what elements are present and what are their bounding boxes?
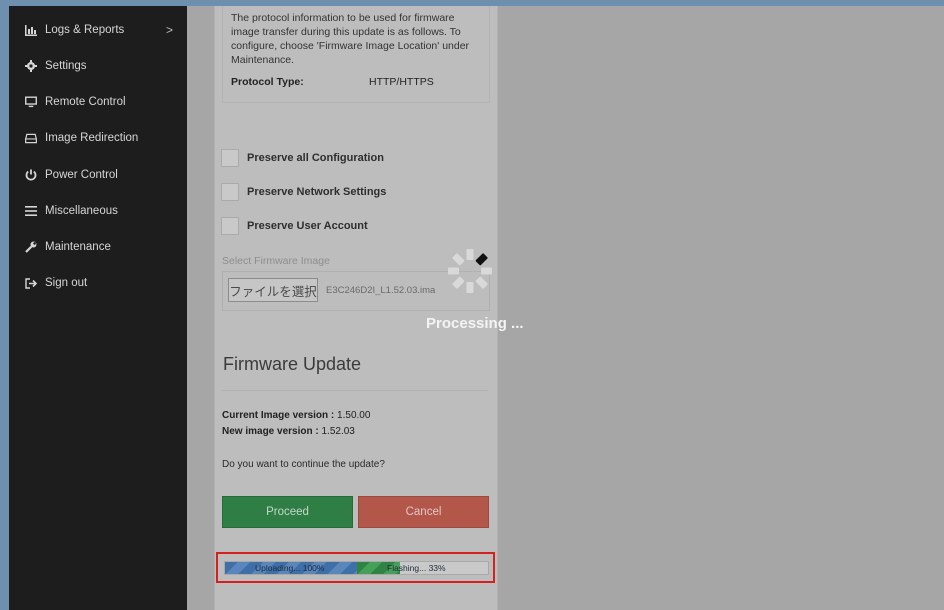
sidebar-item-image-redirection[interactable]: Image Redirection: [9, 125, 187, 151]
preserve-user-checkbox[interactable]: [221, 217, 239, 235]
new-version-row: New image version : 1.52.03: [222, 426, 355, 437]
selected-file-name: E3C246D2I_L1.52.03.ima: [326, 285, 436, 296]
upload-progress-text: Uploading... 100%: [255, 563, 325, 573]
preserve-user-label: Preserve User Account: [247, 220, 368, 232]
sidebar-item-label: Image Redirection: [45, 132, 139, 144]
sign-out-icon: [25, 277, 37, 289]
preserve-config-label: Preserve all Configuration: [247, 152, 384, 164]
bar-chart-icon: [25, 24, 37, 36]
protocol-type-value: HTTP/HTTPS: [369, 76, 434, 88]
sidebar-item-label: Logs & Reports: [45, 24, 125, 36]
preserve-network-checkbox[interactable]: [221, 183, 239, 201]
menu-icon: [25, 205, 37, 217]
current-version-value: 1.50.00: [337, 410, 371, 421]
sidebar-item-sign-out[interactable]: Sign out: [9, 270, 187, 296]
preserve-config-checkbox[interactable]: [221, 149, 239, 167]
divider: [222, 390, 488, 391]
preserve-user-option: Preserve User Account: [221, 216, 368, 236]
sidebar-item-label: Miscellaneous: [45, 205, 118, 217]
sidebar-item-label: Maintenance: [45, 241, 111, 253]
proceed-button[interactable]: Proceed: [222, 496, 353, 528]
preserve-network-label: Preserve Network Settings: [247, 186, 387, 198]
progress-highlight-box: Uploading... 100% Flashing... 33%: [216, 552, 495, 583]
sidebar-item-logs-reports[interactable]: Logs & Reports >: [9, 17, 187, 43]
drive-icon: [25, 132, 37, 144]
protocol-info-text: The protocol information to be used for …: [231, 12, 470, 66]
progress-bar: Uploading... 100% Flashing... 33%: [224, 561, 489, 575]
select-firmware-label: Select Firmware Image: [222, 255, 330, 267]
chevron-right-icon: >: [165, 23, 173, 37]
protocol-info-box: The protocol information to be used for …: [222, 6, 490, 103]
sidebar-item-settings[interactable]: Settings: [9, 53, 187, 79]
window-left-edge: [0, 0, 9, 610]
protocol-type-label: Protocol Type:: [231, 76, 304, 88]
cancel-button[interactable]: Cancel: [358, 496, 489, 528]
current-version-label: Current Image version :: [222, 410, 335, 421]
gear-icon: [25, 60, 37, 72]
processing-text: Processing ...: [426, 315, 524, 332]
current-version-row: Current Image version : 1.50.00: [222, 410, 370, 421]
sidebar-item-label: Sign out: [45, 277, 88, 289]
firmware-update-title: Firmware Update: [223, 354, 362, 374]
sidebar-item-maintenance[interactable]: Maintenance: [9, 234, 187, 260]
sidebar-item-remote-control[interactable]: Remote Control: [9, 89, 187, 115]
sidebar-item-label: Power Control: [45, 169, 118, 181]
loading-spinner-icon: [445, 246, 495, 296]
sidebar-item-miscellaneous[interactable]: Miscellaneous: [9, 198, 187, 224]
flash-progress-text: Flashing... 33%: [387, 563, 446, 573]
new-version-label: New image version :: [222, 426, 319, 437]
firmware-panel: The protocol information to be used for …: [214, 6, 498, 610]
sidebar-item-label: Settings: [45, 60, 87, 72]
continue-question: Do you want to continue the update?: [222, 459, 385, 470]
sidebar: Logs & Reports > Settings Remote Control…: [9, 6, 187, 610]
new-version-value: 1.52.03: [321, 426, 355, 437]
power-icon: [25, 169, 37, 181]
sidebar-item-label: Remote Control: [45, 96, 126, 108]
monitor-icon: [25, 96, 37, 108]
preserve-network-option: Preserve Network Settings: [221, 182, 386, 202]
sidebar-item-power-control[interactable]: Power Control: [9, 162, 187, 188]
choose-file-button[interactable]: ファイルを選択: [228, 278, 318, 302]
preserve-config-option: Preserve all Configuration: [221, 148, 384, 168]
wrench-icon: [25, 241, 37, 253]
